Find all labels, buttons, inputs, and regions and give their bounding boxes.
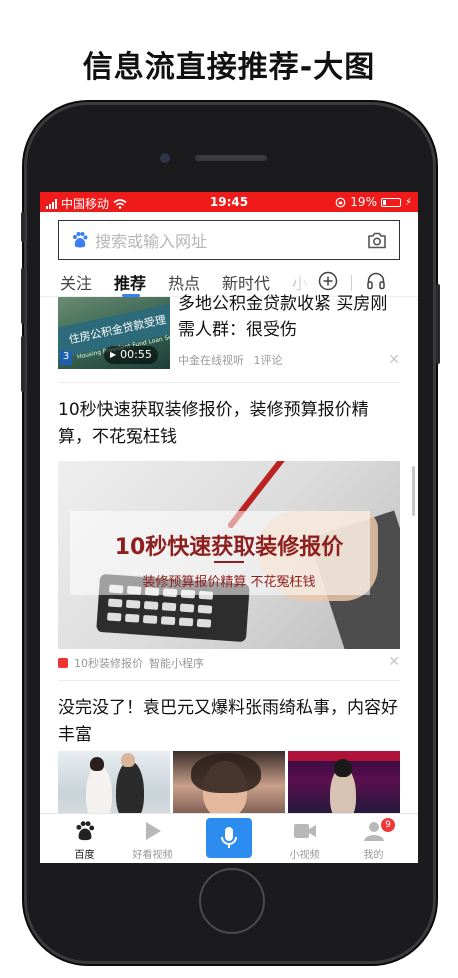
tabbar-item-baidu[interactable]: 百度 (47, 814, 122, 863)
mini-program-icon (58, 658, 68, 668)
divider (58, 382, 400, 383)
tab-follow[interactable]: 关注 (60, 270, 92, 294)
search-input[interactable]: 搜索或输入网址 (58, 220, 400, 260)
video-camera-icon (294, 824, 316, 838)
dismiss-icon[interactable]: ✕ (388, 654, 400, 670)
tabbar-label: 小视频 (289, 850, 320, 861)
battery-percent: 19% (350, 195, 377, 209)
tab-recommend[interactable]: 推荐 (114, 270, 146, 294)
comment-count: 1评论 (253, 354, 283, 367)
article-title[interactable]: 没完没了！袁巴元又爆料张雨绮私事，内容好丰富 (58, 695, 400, 749)
divider (58, 680, 400, 681)
article-thumbnail[interactable] (58, 751, 170, 821)
add-channel-icon[interactable] (318, 271, 338, 291)
home-button[interactable] (199, 868, 265, 934)
baidu-paw-icon (76, 821, 95, 841)
tabbar-label: 我的 (363, 850, 384, 861)
article-meta: 中金在线视听 1评论 (178, 352, 283, 368)
article-source: 10秒装修报价 (74, 657, 143, 670)
article-title[interactable]: 多地公积金贷款收紧 买房刚需人群：很受伤 (178, 291, 400, 343)
battery-icon (380, 197, 401, 207)
ad-divider (214, 561, 244, 563)
dismiss-icon[interactable]: ✕ (388, 352, 400, 368)
bottom-tabbar: 百度 好看视频 小视频 9 我的 (40, 813, 418, 863)
front-camera (160, 153, 170, 163)
thumbnail-number: 3 (60, 351, 72, 365)
headset-icon[interactable] (366, 272, 386, 290)
video-thumbnail[interactable]: 住房公积金贷款受理 Housing Provident Fund Loan Se… (58, 297, 170, 369)
voice-search-button[interactable] (206, 818, 252, 858)
microphone-icon (221, 827, 237, 848)
mini-program-tag: 智能小程序 (149, 657, 204, 670)
orientation-lock-icon (335, 197, 346, 207)
ad-subline: 装修预算报价精算 不花冤枉钱 (142, 575, 316, 590)
tabbar-item-haokan[interactable]: 好看视频 (115, 814, 190, 863)
status-bar: 中国移动 19:45 19% ⚡ (40, 192, 418, 212)
notification-badge: 9 (381, 818, 395, 832)
mute-switch (21, 212, 25, 242)
tab-divider (351, 275, 352, 291)
play-icon: ▶ (110, 350, 117, 359)
article-meta: 10秒装修报价 智能小程序 (58, 655, 204, 671)
baidu-paw-icon (73, 232, 88, 248)
power-button (436, 284, 440, 364)
play-icon (146, 822, 161, 840)
tabbar-item-mine[interactable]: 9 我的 (336, 814, 411, 863)
tabbar-label: 好看视频 (132, 850, 173, 861)
search-placeholder: 搜索或输入网址 (95, 232, 208, 251)
phone-screen: 中国移动 19:45 19% ⚡ 搜索或输入网址 关注 推荐 热点 新时代 小 (40, 192, 418, 863)
article-source: 中金在线视听 (178, 354, 244, 367)
tabbar-item-short-video[interactable]: 小视频 (267, 814, 342, 863)
volume-up-button (21, 268, 25, 324)
article-title[interactable]: 10秒快速获取装修报价，装修预算报价精算，不花冤枉钱 (58, 397, 400, 451)
camera-icon[interactable] (367, 232, 387, 249)
volume-down-button (21, 336, 25, 392)
scrollbar[interactable] (412, 466, 415, 516)
article-thumbnail[interactable] (288, 751, 400, 821)
article-thumbnail[interactable] (173, 751, 285, 821)
charging-icon: ⚡ (404, 196, 412, 208)
ad-headline: 10秒快速获取装修报价 (114, 535, 344, 560)
video-duration: ▶ 00:55 (104, 346, 158, 364)
earpiece-speaker (195, 155, 267, 161)
page-title: 信息流直接推荐-大图 (82, 50, 376, 85)
tabbar-label: 百度 (74, 850, 95, 861)
ad-image[interactable]: 10秒快速获取装修报价 装修预算报价精算 不花冤枉钱 (58, 461, 400, 649)
